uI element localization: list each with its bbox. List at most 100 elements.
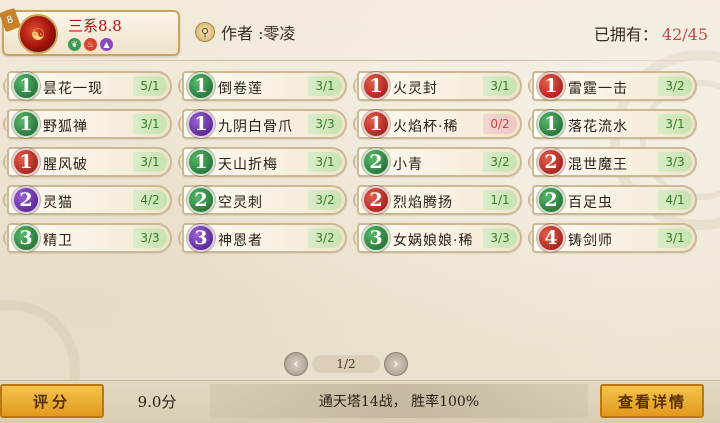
- triangle-icon: ▲: [100, 38, 113, 51]
- card-quantity: 3/2: [658, 76, 692, 96]
- score-value: 9.0分: [137, 392, 177, 411]
- card-quantity: 3/1: [308, 76, 342, 96]
- card-quantity: 3/1: [658, 228, 692, 248]
- card-name: 落花流水: [568, 119, 628, 135]
- leaf-icon: ❦: [68, 38, 81, 51]
- card-name: 百足虫: [568, 195, 613, 211]
- card-slot[interactable]: 2 小青 3/2: [353, 147, 522, 177]
- card-quantity: 4/1: [658, 190, 692, 210]
- magnifier-icon: ⚲: [195, 22, 215, 42]
- card-quantity: 0/2: [483, 114, 517, 134]
- card-cost-badge: 2: [537, 186, 565, 214]
- card-slot[interactable]: 2 混世魔王 3/3: [528, 147, 697, 177]
- card-slot[interactable]: 3 精卫 3/3: [3, 223, 172, 253]
- author-label: 作者 :零凌: [221, 24, 296, 43]
- card-slot[interactable]: 2 烈焰腾扬 1/1: [353, 185, 522, 215]
- card-slot[interactable]: 1 九阴白骨爪 3/3: [178, 109, 347, 139]
- footer-bar: 评分 9.0分 通天塔14战， 胜率100% 查看详情: [0, 380, 720, 423]
- card-quantity: 3/1: [133, 114, 167, 134]
- pager: ‹ 1/2 ›: [284, 352, 408, 376]
- owned-counter: 已拥有： 42/45: [594, 21, 708, 45]
- card-slot[interactable]: 1 落花流水 3/1: [528, 109, 697, 139]
- card-cost-badge: 1: [362, 72, 390, 100]
- card-name: 神恩者: [218, 233, 263, 249]
- card-quantity: 3/1: [483, 76, 517, 96]
- card-name: 精卫: [43, 233, 73, 249]
- card-quantity: 4/2: [133, 190, 167, 210]
- card-cost-badge: 1: [537, 72, 565, 100]
- card-name: 倒卷莲: [218, 81, 263, 97]
- element-icons: ❦ ♨ ▲: [68, 38, 113, 51]
- card-slot[interactable]: 2 灵猫 4/2: [3, 185, 172, 215]
- card-name: 火焰杯·稀: [393, 119, 459, 135]
- card-slot[interactable]: 1 倒卷莲 3/1: [178, 71, 347, 101]
- card-cost-badge: 2: [362, 186, 390, 214]
- prev-page-button[interactable]: ‹: [284, 352, 308, 376]
- card-cost-badge: 1: [12, 72, 40, 100]
- card-cost-badge: 1: [12, 148, 40, 176]
- owned-count: 42/45: [661, 25, 708, 44]
- deck-detail-screen: 8 ☯ 三系8.8 ❦ ♨ ▲ ⚲ 作者 :零凌 已拥有： 42/45 1 昙花一现…: [0, 0, 720, 423]
- card-name: 烈焰腾扬: [393, 195, 453, 211]
- card-quantity: 3/2: [483, 152, 517, 172]
- card-name: 雷霆一击: [568, 81, 628, 97]
- card-name: 空灵刺: [218, 195, 263, 211]
- card-slot[interactable]: 1 野狐禅 3/1: [3, 109, 172, 139]
- card-slot[interactable]: 1 火焰杯·稀 0/2: [353, 109, 522, 139]
- card-name: 野狐禅: [43, 119, 88, 135]
- card-slot[interactable]: 1 昙花一现 5/1: [3, 71, 172, 101]
- card-cost-badge: 4: [537, 224, 565, 252]
- card-quantity: 3/3: [658, 152, 692, 172]
- card-slot[interactable]: 2 百足虫 4/1: [528, 185, 697, 215]
- card-slot[interactable]: 1 雷霆一击 3/2: [528, 71, 697, 101]
- card-slot[interactable]: 1 腥风破 3/1: [3, 147, 172, 177]
- card-name: 灵猫: [43, 195, 73, 211]
- page-indicator: 1/2: [312, 355, 380, 373]
- card-cost-badge: 1: [362, 110, 390, 138]
- owned-label: 已拥有：: [593, 25, 658, 44]
- hero-portrait-icon: ☯: [18, 14, 58, 54]
- card-name: 小青: [393, 157, 423, 173]
- card-cost-badge: 2: [537, 148, 565, 176]
- card-quantity: 1/1: [483, 190, 517, 210]
- deck-badge[interactable]: 8 ☯ 三系8.8 ❦ ♨ ▲: [0, 7, 180, 56]
- card-cost-badge: 2: [362, 148, 390, 176]
- deck-name: 三系8.8: [68, 17, 122, 35]
- card-name: 腥风破: [43, 157, 88, 173]
- card-quantity: 3/2: [308, 190, 342, 210]
- view-details-button[interactable]: 查看详情: [600, 384, 704, 418]
- card-slot[interactable]: 3 女娲娘娘·稀 3/3: [353, 223, 522, 253]
- card-quantity: 3/3: [133, 228, 167, 248]
- card-slot[interactable]: 3 神恩者 3/2: [178, 223, 347, 253]
- header-divider: [0, 60, 720, 61]
- card-slot[interactable]: 4 铸剑师 3/1: [528, 223, 697, 253]
- card-cost-badge: 1: [187, 148, 215, 176]
- card-quantity: 3/2: [308, 228, 342, 248]
- card-quantity: 3/3: [483, 228, 517, 248]
- flame-icon: ♨: [84, 38, 97, 51]
- next-page-button[interactable]: ›: [384, 352, 408, 376]
- card-slot[interactable]: 1 天山折梅 3/1: [178, 147, 347, 177]
- score-button[interactable]: 评分: [0, 384, 104, 418]
- card-name: 混世魔王: [568, 157, 628, 173]
- card-name: 火灵封: [393, 81, 438, 97]
- card-quantity: 3/1: [658, 114, 692, 134]
- author-info: ⚲ 作者 :零凌: [195, 20, 295, 44]
- card-name: 九阴白骨爪: [218, 119, 293, 135]
- card-cost-badge: 3: [362, 224, 390, 252]
- card-cost-badge: 1: [187, 72, 215, 100]
- card-cost-badge: 3: [187, 224, 215, 252]
- card-slot[interactable]: 2 空灵刺 3/2: [178, 185, 347, 215]
- card-name: 铸剑师: [568, 233, 613, 249]
- card-quantity: 3/1: [308, 152, 342, 172]
- card-cost-badge: 2: [12, 186, 40, 214]
- card-cost-badge: 1: [537, 110, 565, 138]
- battle-record: 通天塔14战， 胜率100%: [210, 384, 588, 418]
- card-cost-badge: 3: [12, 224, 40, 252]
- card-quantity: 3/1: [133, 152, 167, 172]
- card-quantity: 5/1: [133, 76, 167, 96]
- card-slot[interactable]: 1 火灵封 3/1: [353, 71, 522, 101]
- card-cost-badge: 1: [187, 110, 215, 138]
- card-quantity: 3/3: [308, 114, 342, 134]
- card-name: 昙花一现: [43, 81, 103, 97]
